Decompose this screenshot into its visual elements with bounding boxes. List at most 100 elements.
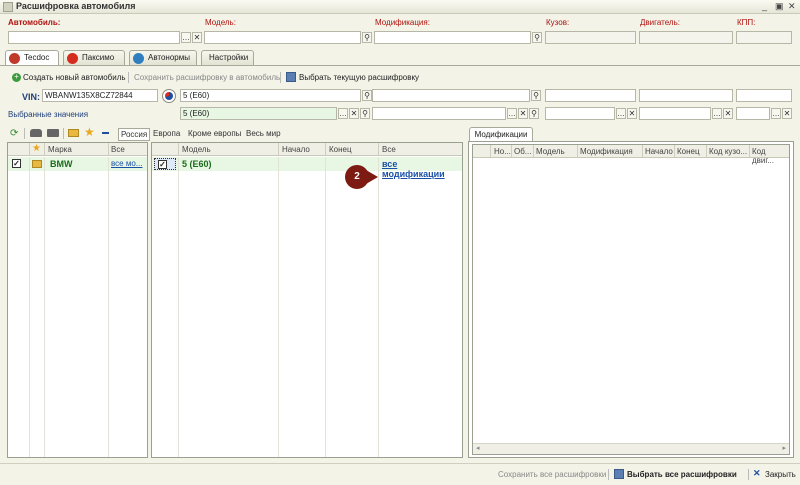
selected-kpp-clear-button[interactable]: ✕ bbox=[782, 108, 792, 119]
region-world[interactable]: Весь мир bbox=[246, 128, 281, 141]
region-except-europe[interactable]: Кроме европы bbox=[188, 128, 241, 141]
selected-mod-clear-button[interactable]: ✕ bbox=[518, 108, 528, 119]
close-button[interactable]: Закрыть bbox=[765, 470, 796, 479]
selected-engine-field[interactable] bbox=[639, 107, 711, 120]
selected-modification-field[interactable] bbox=[372, 107, 506, 120]
star-icon[interactable]: ★ bbox=[84, 125, 95, 139]
all-models-column-header[interactable]: Все bbox=[382, 145, 396, 154]
engine-label: Двигатель: bbox=[640, 18, 680, 27]
model-column-header[interactable]: Модель bbox=[182, 145, 211, 154]
vin-model-field[interactable]: 5 (E60) bbox=[180, 89, 361, 102]
tab-divider bbox=[0, 65, 800, 66]
mod-col-number[interactable]: Но... bbox=[494, 147, 511, 156]
engine-field[interactable] bbox=[639, 31, 733, 44]
scroll-right-icon[interactable]: ▸ bbox=[782, 444, 786, 452]
mod-col-volume[interactable]: Об... bbox=[514, 147, 531, 156]
mod-col-end[interactable]: Конец bbox=[677, 147, 700, 156]
close-window-button[interactable]: ✕ bbox=[788, 1, 796, 12]
tab-settings[interactable]: Настройки bbox=[201, 50, 254, 65]
mod-col-body-code[interactable]: Код кузо... bbox=[709, 147, 747, 156]
car-field[interactable] bbox=[8, 31, 180, 44]
models-header: Модель Начало Конец Все bbox=[152, 143, 462, 156]
vin-kpp-field[interactable] bbox=[736, 89, 792, 102]
start-column-header[interactable]: Начало bbox=[282, 145, 310, 154]
car-select-button[interactable]: … bbox=[181, 32, 191, 43]
truck-icon[interactable] bbox=[47, 129, 59, 137]
selected-kpp-field[interactable] bbox=[736, 107, 770, 120]
selected-mod-select-button[interactable]: … bbox=[507, 108, 517, 119]
horizontal-scrollbar[interactable]: ◂ ▸ bbox=[473, 443, 789, 454]
all-modifications-link[interactable]: все модификации bbox=[382, 159, 462, 179]
save-decoding-button[interactable]: Сохранить расшифровку в автомобиль bbox=[134, 73, 280, 82]
select-all-button[interactable]: Выбрать все расшифровки bbox=[627, 470, 737, 479]
vin-modification-field[interactable] bbox=[372, 89, 530, 102]
select-decoding-icon bbox=[286, 72, 296, 82]
folder-icon[interactable] bbox=[68, 129, 79, 137]
mod-col-start[interactable]: Начало bbox=[645, 147, 673, 156]
selected-body-clear-button[interactable]: ✕ bbox=[627, 108, 637, 119]
car-label: Автомобиль: bbox=[8, 18, 61, 27]
vin-modification-search-icon[interactable]: ⚲ bbox=[531, 90, 541, 101]
vin-input[interactable]: WBANW135X8CZ72844 bbox=[42, 89, 158, 102]
model-checkbox[interactable]: ✓ bbox=[158, 160, 167, 169]
refresh-icon[interactable]: ⟳ bbox=[10, 128, 18, 139]
mod-col-modification[interactable]: Модификация bbox=[580, 147, 633, 156]
model-name: 5 (E60) bbox=[182, 159, 212, 169]
kpp-field[interactable] bbox=[736, 31, 792, 44]
brand-column-header[interactable]: Марка bbox=[48, 145, 72, 154]
tab-avtonormy[interactable]: Автонормы bbox=[129, 50, 197, 65]
tab-modifications[interactable]: Модификации bbox=[469, 127, 533, 142]
selected-body-field[interactable] bbox=[545, 107, 615, 120]
selected-model-search-icon[interactable]: ⚲ bbox=[360, 108, 370, 119]
model-check-cell[interactable]: ✓ bbox=[154, 158, 176, 170]
select-current-button[interactable]: Выбрать текущую расшифровку bbox=[299, 73, 419, 82]
bottom-separator-2 bbox=[748, 469, 749, 480]
model-label: Модель: bbox=[205, 18, 236, 27]
create-car-button[interactable]: Создать новый автомобиль bbox=[23, 73, 126, 82]
selected-model-clear-button[interactable]: ✕ bbox=[349, 108, 359, 119]
restore-button[interactable]: ▣ bbox=[775, 1, 784, 12]
modifications-panel: Но... Об... Модель Модификация Начало Ко… bbox=[468, 141, 794, 458]
tab-tecdoc[interactable]: Tecdoc bbox=[5, 50, 59, 66]
modification-label: Модификация: bbox=[375, 18, 430, 27]
annotation-badge: 2 bbox=[345, 165, 369, 189]
mod-col-model[interactable]: Модель bbox=[536, 147, 565, 156]
vin-model-search-icon[interactable]: ⚲ bbox=[362, 90, 372, 101]
toolbar-separator-2 bbox=[280, 72, 281, 83]
model-field[interactable] bbox=[204, 31, 361, 44]
vin-engine-field[interactable] bbox=[639, 89, 733, 102]
mod-col-engine-code[interactable]: Код двиг... bbox=[752, 147, 789, 165]
toolbar-separator bbox=[128, 72, 129, 83]
vin-body-field[interactable] bbox=[545, 89, 636, 102]
modifications-header: Но... Об... Модель Модификация Начало Ко… bbox=[473, 145, 789, 165]
body-field[interactable] bbox=[545, 31, 636, 44]
selected-model-select-button[interactable]: … bbox=[338, 108, 348, 119]
scroll-left-icon[interactable]: ◂ bbox=[476, 444, 480, 452]
selected-values-label: Выбранные значения bbox=[8, 110, 89, 119]
car-clear-button[interactable]: ✕ bbox=[192, 32, 202, 43]
minus-icon[interactable] bbox=[102, 132, 109, 134]
region-russia[interactable]: Россия bbox=[118, 128, 151, 141]
car-icon[interactable] bbox=[30, 129, 42, 137]
brand-checkbox[interactable]: ✓ bbox=[12, 159, 21, 168]
selected-kpp-select-button[interactable]: … bbox=[771, 108, 781, 119]
modification-search-icon[interactable]: ⚲ bbox=[532, 32, 542, 43]
end-column-header[interactable]: Конец bbox=[329, 145, 352, 154]
selected-mod-search-icon[interactable]: ⚲ bbox=[529, 108, 539, 119]
save-all-button[interactable]: Сохранить все расшифровки bbox=[498, 470, 606, 479]
tecdoc-icon bbox=[9, 53, 20, 64]
brand-all-link[interactable]: все мо... bbox=[111, 159, 142, 168]
selected-engine-select-button[interactable]: … bbox=[712, 108, 722, 119]
selected-body-select-button[interactable]: … bbox=[616, 108, 626, 119]
favorite-header-icon: ★ bbox=[32, 143, 41, 154]
table-row[interactable]: ✓ 5 (E60) все модификации bbox=[152, 157, 462, 179]
model-search-icon[interactable]: ⚲ bbox=[362, 32, 372, 43]
selected-engine-clear-button[interactable]: ✕ bbox=[723, 108, 733, 119]
all-column-header[interactable]: Все bbox=[111, 145, 125, 154]
tab-paksimo[interactable]: Паксимо bbox=[63, 50, 125, 65]
minimize-button[interactable]: _ bbox=[762, 1, 767, 11]
decode-button[interactable] bbox=[162, 89, 176, 103]
modification-field[interactable] bbox=[374, 31, 531, 44]
selected-model-field[interactable]: 5 (E60) bbox=[180, 107, 337, 120]
region-europe[interactable]: Европа bbox=[153, 128, 180, 141]
